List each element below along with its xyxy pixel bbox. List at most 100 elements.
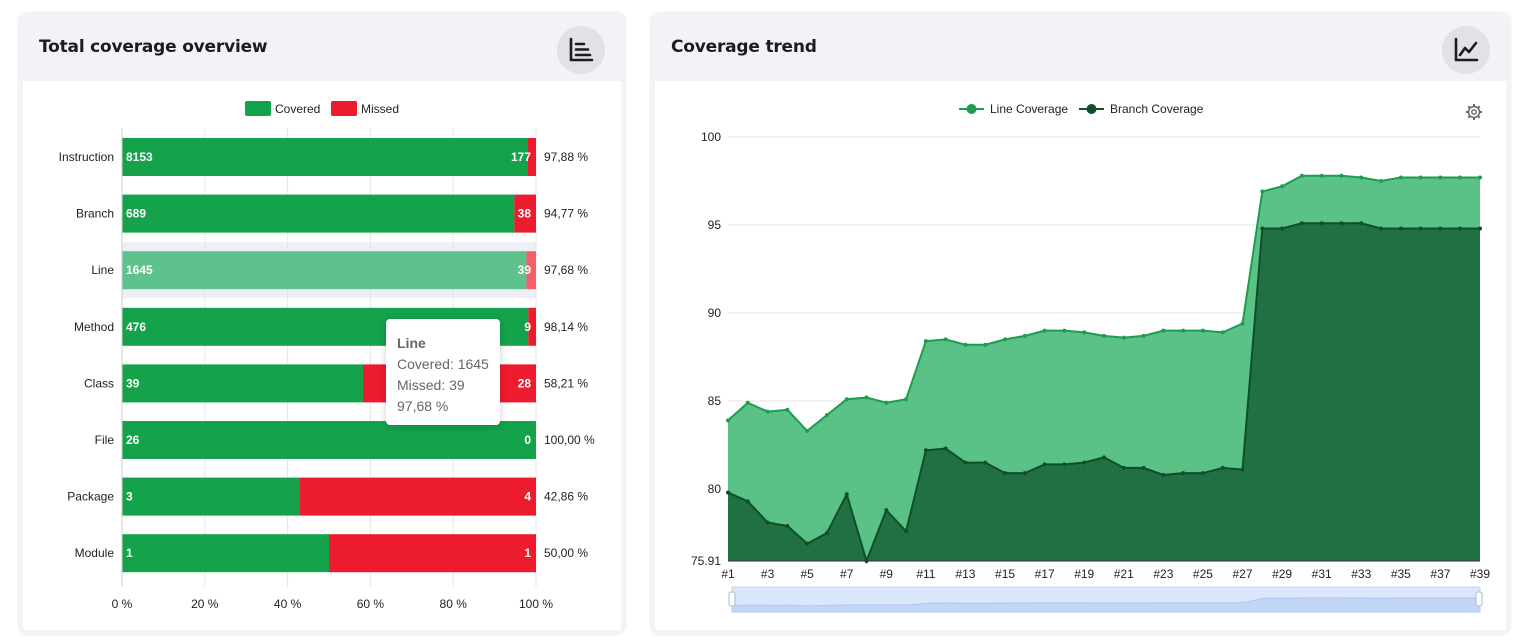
branch-coverage-point[interactable] [1121, 465, 1126, 470]
branch-coverage-point[interactable] [943, 446, 948, 451]
legend-label[interactable]: Branch Coverage [1110, 102, 1204, 116]
line-coverage-point[interactable] [1161, 328, 1166, 333]
line-coverage-point[interactable] [1022, 333, 1027, 338]
line-coverage-point[interactable] [1398, 175, 1403, 180]
line-chart-icon-button[interactable] [1442, 26, 1490, 74]
branch-coverage-point[interactable] [1003, 471, 1008, 476]
line-coverage-point[interactable] [765, 409, 770, 414]
line-coverage-point[interactable] [1062, 328, 1067, 333]
line-coverage-point[interactable] [1003, 337, 1008, 342]
legend-swatch[interactable] [331, 101, 357, 116]
covered-bar[interactable] [122, 477, 300, 516]
branch-coverage-point[interactable] [1280, 226, 1285, 231]
line-coverage-point[interactable] [884, 400, 889, 405]
line-coverage-point[interactable] [726, 418, 730, 423]
line-coverage-point[interactable] [1260, 189, 1265, 194]
line-coverage-point[interactable] [1121, 335, 1126, 340]
line-coverage-point[interactable] [1181, 328, 1186, 333]
covered-bar[interactable] [122, 421, 536, 459]
covered-bar[interactable] [122, 138, 528, 176]
branch-coverage-point[interactable] [726, 490, 730, 495]
branch-coverage-point[interactable] [1200, 471, 1205, 476]
branch-coverage-point[interactable] [983, 460, 988, 465]
zoom-handle-left[interactable] [728, 591, 736, 607]
line-coverage-point[interactable] [1438, 175, 1443, 180]
branch-coverage-point[interactable] [1398, 226, 1403, 231]
line-coverage-point[interactable] [923, 339, 928, 344]
line-coverage-point[interactable] [943, 337, 948, 342]
line-coverage-point[interactable] [785, 407, 790, 412]
branch-coverage-point[interactable] [745, 499, 750, 504]
branch-coverage-point[interactable] [1299, 221, 1304, 226]
branch-coverage-point[interactable] [904, 529, 909, 534]
line-coverage-point[interactable] [1240, 321, 1245, 326]
coverage-bar-chart[interactable]: 0 % 20 % 40 % 60 % 80 % 100 % Covered Missed Ins… [23, 81, 621, 630]
covered-bar[interactable] [122, 364, 363, 403]
branch-coverage-point[interactable] [1102, 455, 1106, 460]
line-coverage-point[interactable] [1200, 328, 1205, 333]
missed-bar[interactable] [299, 477, 536, 516]
line-coverage-point[interactable] [1339, 173, 1344, 178]
branch-coverage-point[interactable] [1438, 226, 1443, 231]
zoom-slider[interactable] [728, 586, 1483, 613]
line-coverage-point[interactable] [983, 342, 988, 347]
covered-bar[interactable] [122, 534, 329, 573]
branch-coverage-point[interactable] [1220, 465, 1225, 470]
branch-coverage-point[interactable] [1161, 472, 1166, 477]
branch-coverage-point[interactable] [844, 492, 849, 497]
branch-coverage-point[interactable] [1319, 221, 1324, 226]
branch-coverage-point[interactable] [1418, 226, 1423, 231]
branch-coverage-point[interactable] [1082, 460, 1087, 465]
branch-coverage-point[interactable] [1260, 226, 1265, 231]
coverage-trend-chart[interactable]: 100 95 90 85 80 75.91#1 #3 #5 #7 #9 #11 #13 #15 #17 #1… [655, 81, 1506, 630]
line-coverage-point[interactable] [1042, 328, 1047, 333]
legend-label[interactable]: Missed [361, 102, 399, 116]
line-coverage-point[interactable] [1280, 184, 1285, 189]
branch-coverage-point[interactable] [765, 520, 770, 525]
legend-marker[interactable] [1086, 104, 1097, 114]
line-coverage-point[interactable] [1418, 175, 1423, 180]
branch-coverage-point[interactable] [1141, 465, 1146, 470]
branch-coverage-point[interactable] [1022, 471, 1027, 476]
legend-marker[interactable] [966, 104, 977, 114]
branch-coverage-point[interactable] [1478, 226, 1482, 231]
line-coverage-point[interactable] [805, 428, 810, 433]
branch-coverage-point[interactable] [1042, 462, 1047, 467]
line-coverage-point[interactable] [1220, 330, 1225, 335]
line-coverage-point[interactable] [824, 413, 829, 418]
gear-icon[interactable] [1466, 104, 1482, 120]
branch-coverage-point[interactable] [1379, 226, 1384, 231]
line-coverage-point[interactable] [1299, 173, 1304, 178]
line-coverage-point[interactable] [864, 395, 869, 400]
branch-coverage-point[interactable] [805, 541, 810, 546]
line-coverage-point[interactable] [1478, 175, 1482, 180]
branch-coverage-point[interactable] [884, 508, 889, 513]
branch-coverage-point[interactable] [1240, 467, 1245, 472]
legend-label[interactable]: Covered [275, 102, 320, 116]
line-coverage-point[interactable] [745, 400, 750, 405]
line-coverage-point[interactable] [1379, 179, 1384, 184]
line-coverage-point[interactable] [1102, 333, 1106, 338]
zoom-handle-right[interactable] [1475, 591, 1483, 607]
line-coverage-point[interactable] [904, 397, 909, 402]
line-coverage-point[interactable] [844, 397, 849, 402]
legend-swatch[interactable] [245, 101, 271, 116]
branch-coverage-point[interactable] [785, 523, 790, 528]
line-coverage-point[interactable] [1141, 333, 1146, 338]
line-coverage-point[interactable] [963, 342, 968, 347]
line-coverage-point[interactable] [1359, 175, 1364, 180]
covered-bar[interactable] [122, 194, 515, 233]
branch-coverage-point[interactable] [1181, 471, 1186, 476]
covered-bar[interactable] [122, 251, 527, 290]
missed-bar[interactable] [329, 534, 536, 573]
branch-coverage-point[interactable] [1339, 221, 1344, 226]
branch-coverage-point[interactable] [1359, 221, 1364, 226]
branch-coverage-point[interactable] [1062, 462, 1067, 467]
branch-coverage-point[interactable] [963, 460, 968, 465]
branch-coverage-point[interactable] [1458, 226, 1463, 231]
line-coverage-point[interactable] [1458, 175, 1463, 180]
branch-coverage-point[interactable] [824, 531, 829, 536]
legend-label[interactable]: Line Coverage [990, 102, 1068, 116]
line-coverage-point[interactable] [1082, 330, 1087, 335]
line-coverage-point[interactable] [1319, 173, 1324, 178]
